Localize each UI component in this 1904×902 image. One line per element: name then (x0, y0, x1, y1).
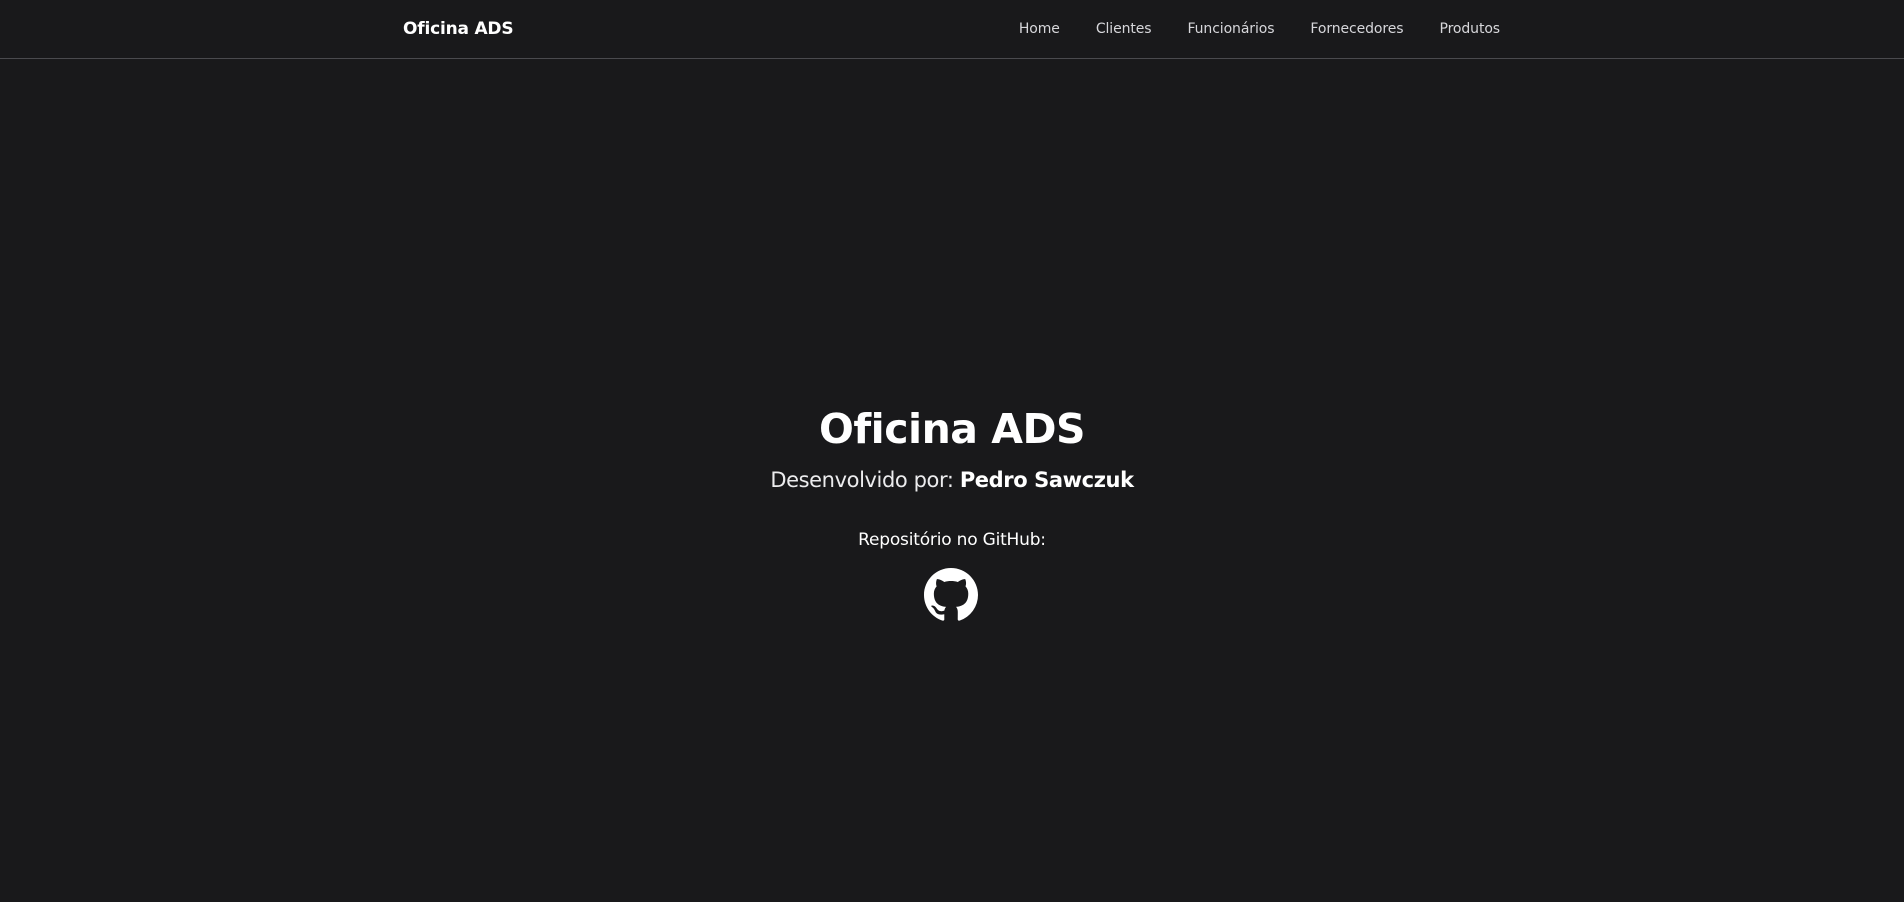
nav-link-funcionarios[interactable]: Funcionários (1187, 21, 1274, 37)
nav-link-produtos[interactable]: Produtos (1439, 21, 1500, 37)
developer-prefix: Desenvolvido por: (770, 468, 960, 492)
nav-link-fornecedores[interactable]: Fornecedores (1310, 21, 1403, 37)
developer-name: Pedro Sawczuk (959, 468, 1134, 492)
brand-link[interactable]: Oficina ADS (403, 19, 514, 39)
hero-section: Oficina ADS Desenvolvido por: Pedro Sawc… (0, 59, 1904, 902)
nav-link-clientes[interactable]: Clientes (1096, 21, 1152, 37)
repo-label: Repositório no GitHub: (858, 530, 1046, 550)
github-icon (924, 568, 978, 621)
page: Oficina ADS Home Clientes Funcionários F… (0, 0, 1904, 902)
hero-title: Oficina ADS (818, 405, 1086, 453)
navbar-container: Oficina ADS Home Clientes Funcionários F… (403, 0, 1500, 58)
nav-links: Home Clientes Funcionários Fornecedores … (1019, 0, 1500, 58)
developer-credit: Desenvolvido por: Pedro Sawczuk (0, 465, 1904, 495)
github-repo-link[interactable] (924, 568, 978, 622)
nav-link-home[interactable]: Home (1019, 21, 1060, 37)
top-navbar: Oficina ADS Home Clientes Funcionários F… (0, 0, 1904, 59)
